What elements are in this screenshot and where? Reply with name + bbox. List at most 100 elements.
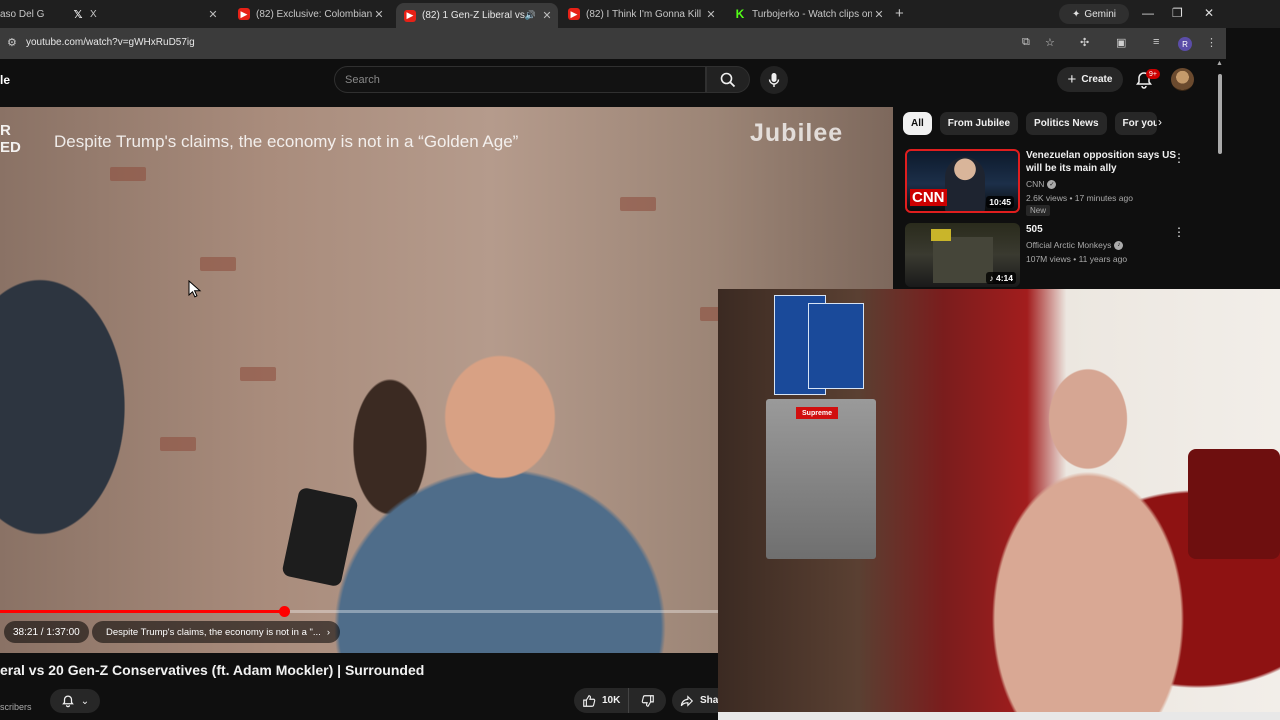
yellow-sign (931, 229, 951, 241)
tab-x[interactable]: 𝕏 X ✕ (62, 3, 226, 25)
building-shape (933, 237, 993, 283)
like-dislike-group: 10K (574, 688, 666, 713)
notification-count-badge: 9+ (1146, 69, 1160, 79)
close-icon[interactable]: ✕ (206, 8, 220, 21)
mouse-cursor-icon (188, 280, 202, 298)
page-scrollbar[interactable]: ▲ (1216, 60, 1224, 300)
search-button[interactable] (706, 66, 750, 93)
recommendation-title[interactable]: 505 (1026, 223, 1186, 236)
bell-icon (61, 695, 74, 708)
gemini-label: Gemini (1084, 8, 1117, 20)
search-box[interactable] (334, 66, 706, 93)
install-app-icon[interactable]: ⧉ (1022, 36, 1030, 49)
verified-check-icon: ♪ (1114, 240, 1124, 250)
recommendation-item[interactable]: ♪ 4:14 505 Official Arctic Monkeys ♪ 107… (905, 223, 1205, 289)
chip-from-jubilee[interactable]: From Jubilee (939, 112, 1019, 135)
search-input[interactable] (335, 67, 705, 92)
fridge-label: Supreme (796, 407, 838, 419)
channel-label: Official Arctic Monkeys (1026, 240, 1112, 250)
chip-politics-news[interactable]: Politics News (1026, 112, 1107, 135)
brick-texture (110, 167, 146, 181)
new-tab-button[interactable]: + (895, 5, 904, 22)
dislike-button[interactable] (629, 688, 666, 713)
share-icon (680, 694, 694, 707)
thumbs-up-icon (583, 694, 596, 707)
x-logo-icon: 𝕏 (73, 8, 83, 21)
chip-for-you[interactable]: For you (1114, 112, 1157, 135)
more-options-icon[interactable]: ⋮ (1173, 151, 1185, 165)
profile-avatar[interactable]: R (1178, 37, 1192, 51)
tab-kill[interactable]: ▶ (82) I Think I'm Gonna Kill Mys ✕ (562, 3, 722, 25)
chevron-right-icon[interactable]: › (1158, 115, 1162, 129)
more-options-icon[interactable]: ⋮ (1173, 225, 1185, 239)
create-label: Create (1081, 74, 1113, 85)
youtube-icon: ▶ (568, 8, 580, 20)
window-close-icon[interactable]: ✕ (1204, 6, 1214, 20)
chapter-button[interactable]: Despite Trump's claims, the economy is n… (92, 621, 340, 643)
like-button[interactable]: 10K (574, 688, 630, 713)
sparkle-icon: ✦ (1071, 8, 1081, 20)
tab-label: aso Del G (0, 8, 45, 20)
lower-third-caption: Despite Trump's claims, the economy is n… (54, 132, 519, 151)
close-icon[interactable]: ✕ (372, 8, 386, 21)
recommendation-title[interactable]: Venezuelan opposition says US will be it… (1026, 149, 1186, 175)
restore-icon[interactable]: ❐ (1172, 6, 1183, 20)
duration-text: 4:14 (995, 273, 1013, 283)
menu-kebab-icon[interactable]: ⋮ (1206, 36, 1217, 49)
video-meta: 2.6K views • 17 minutes ago (1026, 193, 1133, 203)
tab-label: (82) I Think I'm Gonna Kill Mys (586, 8, 704, 20)
chevron-right-icon: › (326, 626, 330, 638)
new-badge: New (1026, 205, 1051, 216)
tab-kick[interactable]: K Turbojerko - Watch clips on Kic ✕ (730, 3, 890, 25)
video-thumbnail[interactable]: ♪ 4:14 (905, 223, 1020, 287)
youtube-logo[interactable]: le (0, 73, 10, 87)
user-avatar[interactable] (1171, 68, 1194, 91)
chip-all[interactable]: All (903, 112, 932, 135)
tab-1[interactable]: aso Del G (0, 3, 62, 25)
channel-name[interactable]: CNN ✓ (1026, 179, 1057, 189)
speaker-icon[interactable]: 🔊 (525, 10, 536, 21)
close-icon[interactable]: ✕ (704, 8, 718, 21)
brick-texture (620, 197, 656, 211)
extensions-icon[interactable]: ✣ (1080, 36, 1089, 49)
box-stack (808, 303, 864, 389)
progress-fill (0, 610, 284, 613)
video-meta: 107M views • 11 years ago (1026, 254, 1128, 264)
progress-bar[interactable] (0, 606, 718, 617)
recommendation-item[interactable]: CNN 10:45 Venezuelan opposition says US … (905, 149, 1205, 216)
scrollbar-thumb[interactable] (1218, 74, 1222, 154)
kick-icon: K (735, 7, 745, 21)
podcast-microphone (281, 486, 359, 588)
search-icon (720, 72, 736, 87)
filter-chips: All From Jubilee Politics News For you (903, 112, 1157, 135)
progress-scrubber[interactable] (278, 606, 290, 617)
tab-colombian[interactable]: ▶ (82) Exclusive: Colombian pres ✕ (230, 3, 390, 25)
chevron-down-icon: ⌄ (80, 695, 90, 707)
create-button[interactable]: + Create (1057, 67, 1123, 92)
channel-name[interactable]: Official Arctic Monkeys ♪ (1026, 240, 1124, 250)
close-icon[interactable]: ✕ (540, 9, 554, 22)
minimize-icon[interactable]: — (1142, 6, 1154, 20)
cnn-logo: CNN (910, 189, 947, 206)
url-field[interactable]: youtube.com/watch?v=gWHxRuD57ig (26, 37, 195, 48)
jubilee-watermark: Jubilee (750, 119, 844, 147)
youtube-icon: ▶ (238, 8, 250, 20)
gemini-button[interactable]: ✦ Gemini (1059, 4, 1129, 24)
youtube-icon: ▶ (404, 9, 416, 22)
bookmark-star-icon[interactable]: ☆ (1045, 36, 1055, 49)
tab-label: X (90, 8, 97, 20)
media-controls-icon[interactable]: ≡ (1153, 36, 1159, 48)
time-display: 38:21 / 1:37:00 (4, 621, 89, 643)
microphone-icon (768, 73, 780, 87)
subscription-notify-button[interactable]: ⌄ (50, 689, 100, 713)
voice-search-button[interactable] (760, 66, 788, 94)
close-icon[interactable]: ✕ (872, 8, 886, 21)
site-settings-icon[interactable]: ⚙ (7, 36, 17, 49)
brick-texture (240, 367, 276, 381)
source-logo: R ED (0, 122, 21, 156)
sidepanel-icon[interactable]: ▣ (1116, 36, 1126, 49)
video-thumbnail[interactable]: CNN 10:45 (905, 149, 1020, 213)
tab-active-genz[interactable]: ▶ (82) 1 Gen-Z Liberal vs 20 G 🔊 ✕ (396, 3, 558, 28)
scroll-up-arrow-icon[interactable]: ▲ (1216, 60, 1223, 67)
mini-fridge (766, 399, 876, 559)
